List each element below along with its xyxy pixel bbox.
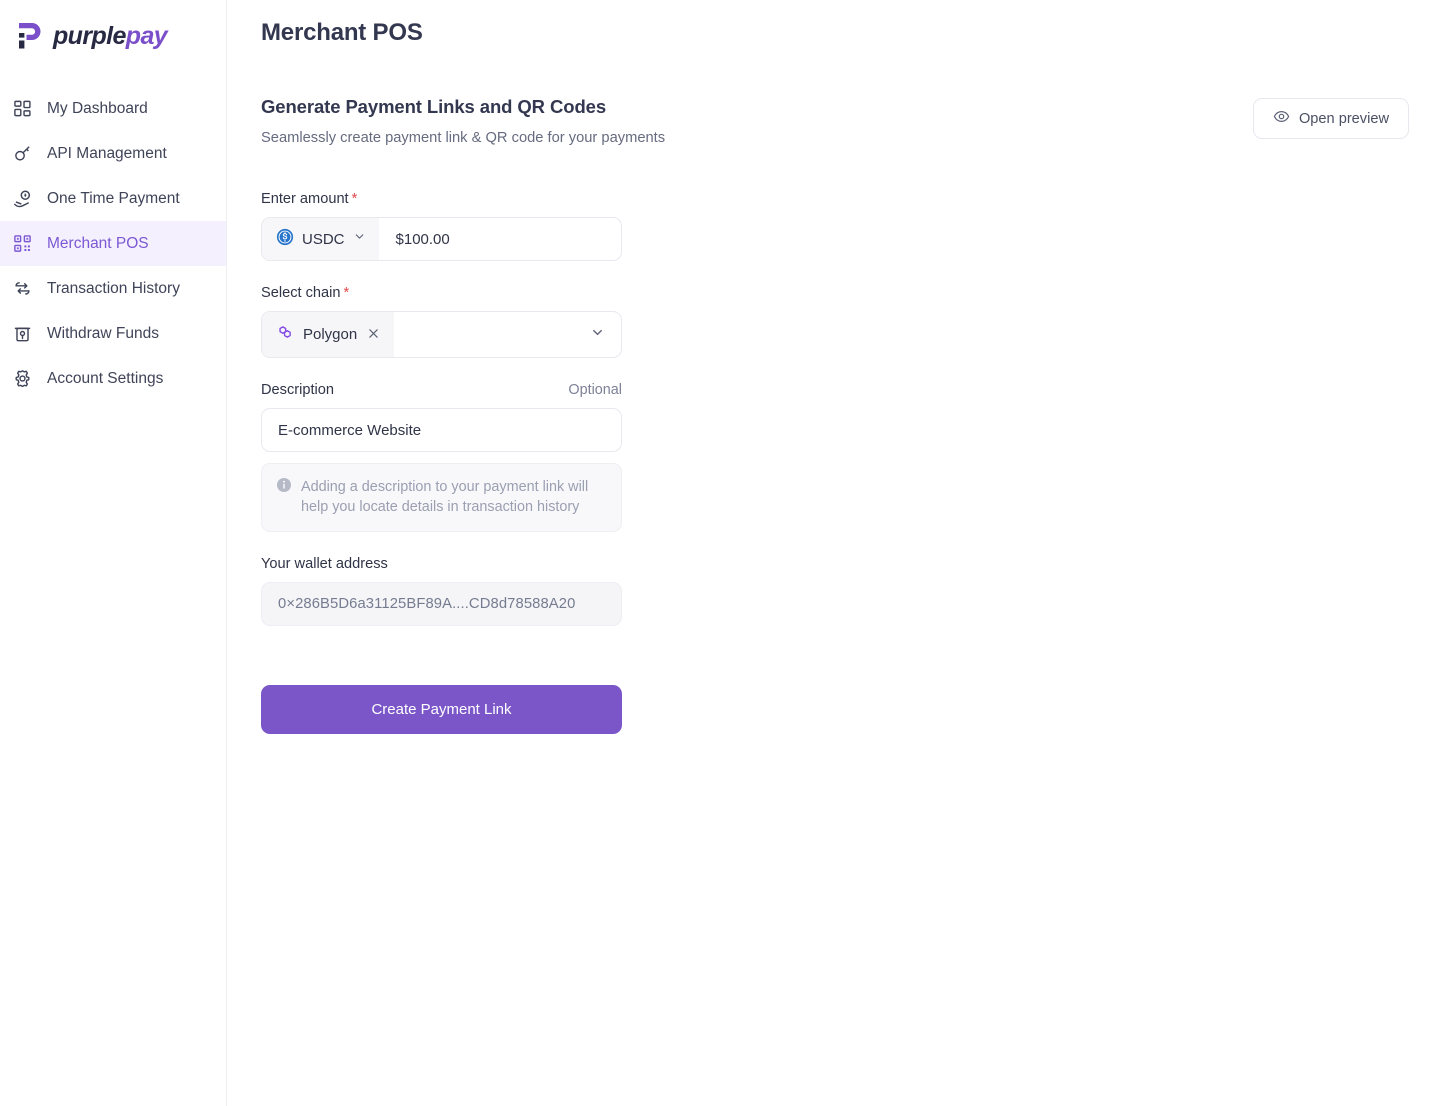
wallet-address-label: Your wallet address [261, 556, 388, 572]
required-marker: * [351, 191, 358, 207]
sidebar-item-my-dashboard[interactable]: My Dashboard [0, 86, 226, 131]
currency-selector[interactable]: USDC [262, 218, 379, 260]
chain-label: Select chain [261, 285, 341, 301]
description-field-group: Description Optional E-commerce Website … [261, 382, 622, 532]
sidebar-item-one-time-payment[interactable]: One Time Payment [0, 176, 226, 221]
description-input[interactable]: E-commerce Website [261, 408, 622, 452]
wallet-address-value: 0×286B5D6a31125BF89A....CD8d78588A20 [261, 582, 622, 626]
chain-chip-polygon[interactable]: Polygon [262, 312, 395, 357]
description-label-row: Description Optional [261, 382, 622, 398]
create-payment-link-button[interactable]: Create Payment Link [261, 685, 622, 734]
sidebar-item-label: Withdraw Funds [47, 324, 159, 342]
sidebar-item-transaction-history[interactable]: Transaction History [0, 266, 226, 311]
dashboard-grid-icon [12, 98, 33, 119]
atm-machine-icon [12, 323, 33, 344]
chain-label-wrap: Select chain * [261, 285, 349, 301]
swap-arrows-icon [12, 278, 33, 299]
amount-label-row: Enter amount * [261, 191, 622, 207]
amount-input[interactable]: $100.00 [379, 231, 450, 248]
section-subtitle: Seamlessly create payment link & QR code… [261, 130, 666, 146]
required-marker: * [343, 285, 350, 301]
section-header: Generate Payment Links and QR Codes Seam… [261, 96, 1409, 146]
chain-name: Polygon [303, 326, 358, 343]
app-root: purplepay My Dashboard API Management On… [0, 0, 1440, 1106]
description-hint-text: Adding a description to your payment lin… [301, 479, 589, 515]
eye-icon [1273, 108, 1290, 129]
section-title: Generate Payment Links and QR Codes [261, 96, 607, 117]
open-preview-button[interactable]: Open preview [1252, 98, 1409, 139]
purplepay-p-mark-icon [14, 21, 44, 52]
sidebar-item-label: Merchant POS [47, 234, 149, 252]
sidebar-item-label: API Management [47, 144, 167, 162]
amount-label: Enter amount [261, 191, 349, 207]
amount-input-shell: USDC $100.00 [261, 217, 622, 261]
sidebar-item-merchant-pos[interactable]: Merchant POS [0, 221, 226, 266]
close-x-icon[interactable] [366, 325, 381, 344]
amount-field-group: Enter amount * USDC $100.00 [261, 191, 622, 261]
chain-field-group: Select chain * Polygon [261, 285, 622, 358]
chain-select[interactable]: Polygon [261, 311, 622, 358]
open-preview-label: Open preview [1298, 110, 1389, 127]
brand-logo[interactable]: purplepay [0, 0, 226, 58]
sidebar-item-label: Transaction History [47, 279, 180, 297]
payment-link-form: Enter amount * USDC $100.00 Select chain… [261, 191, 622, 734]
gear-icon [12, 368, 33, 389]
description-hint-box: Adding a description to your payment lin… [261, 463, 622, 532]
key-icon [12, 143, 33, 164]
brand-word-pay: pay [125, 21, 168, 50]
polygon-logo-icon [276, 323, 294, 346]
sidebar-item-label: Account Settings [47, 369, 164, 387]
page-title: Merchant POS [261, 19, 423, 46]
sidebar: purplepay My Dashboard API Management On… [0, 0, 227, 1106]
chevron-down-icon [353, 230, 366, 248]
wallet-field-group: Your wallet address 0×286B5D6a31125BF89A… [261, 556, 622, 626]
chevron-down-icon[interactable] [590, 325, 605, 345]
main-content: Merchant POS Generate Payment Links and … [227, 0, 1440, 1106]
brand-word-purple: purple [53, 21, 126, 50]
description-optional-badge: Optional [568, 382, 622, 398]
brand-wordmark: purplepay [53, 21, 168, 50]
hand-coin-icon [12, 188, 33, 209]
qr-code-icon [12, 233, 33, 254]
sidebar-item-label: One Time Payment [47, 189, 180, 207]
info-circle-icon [276, 477, 292, 498]
currency-name: USDC [302, 230, 345, 248]
sidebar-nav: My Dashboard API Management One Time Pay… [0, 86, 226, 401]
sidebar-item-account-settings[interactable]: Account Settings [0, 356, 226, 401]
sidebar-item-withdraw-funds[interactable]: Withdraw Funds [0, 311, 226, 356]
usdc-coin-icon [276, 228, 294, 251]
chain-label-row: Select chain * [261, 285, 622, 301]
amount-label-wrap: Enter amount * [261, 191, 357, 207]
section-header-text: Generate Payment Links and QR Codes Seam… [261, 96, 665, 146]
sidebar-item-api-management[interactable]: API Management [0, 131, 226, 176]
sidebar-item-label: My Dashboard [47, 99, 148, 117]
description-label: Description [261, 382, 334, 398]
